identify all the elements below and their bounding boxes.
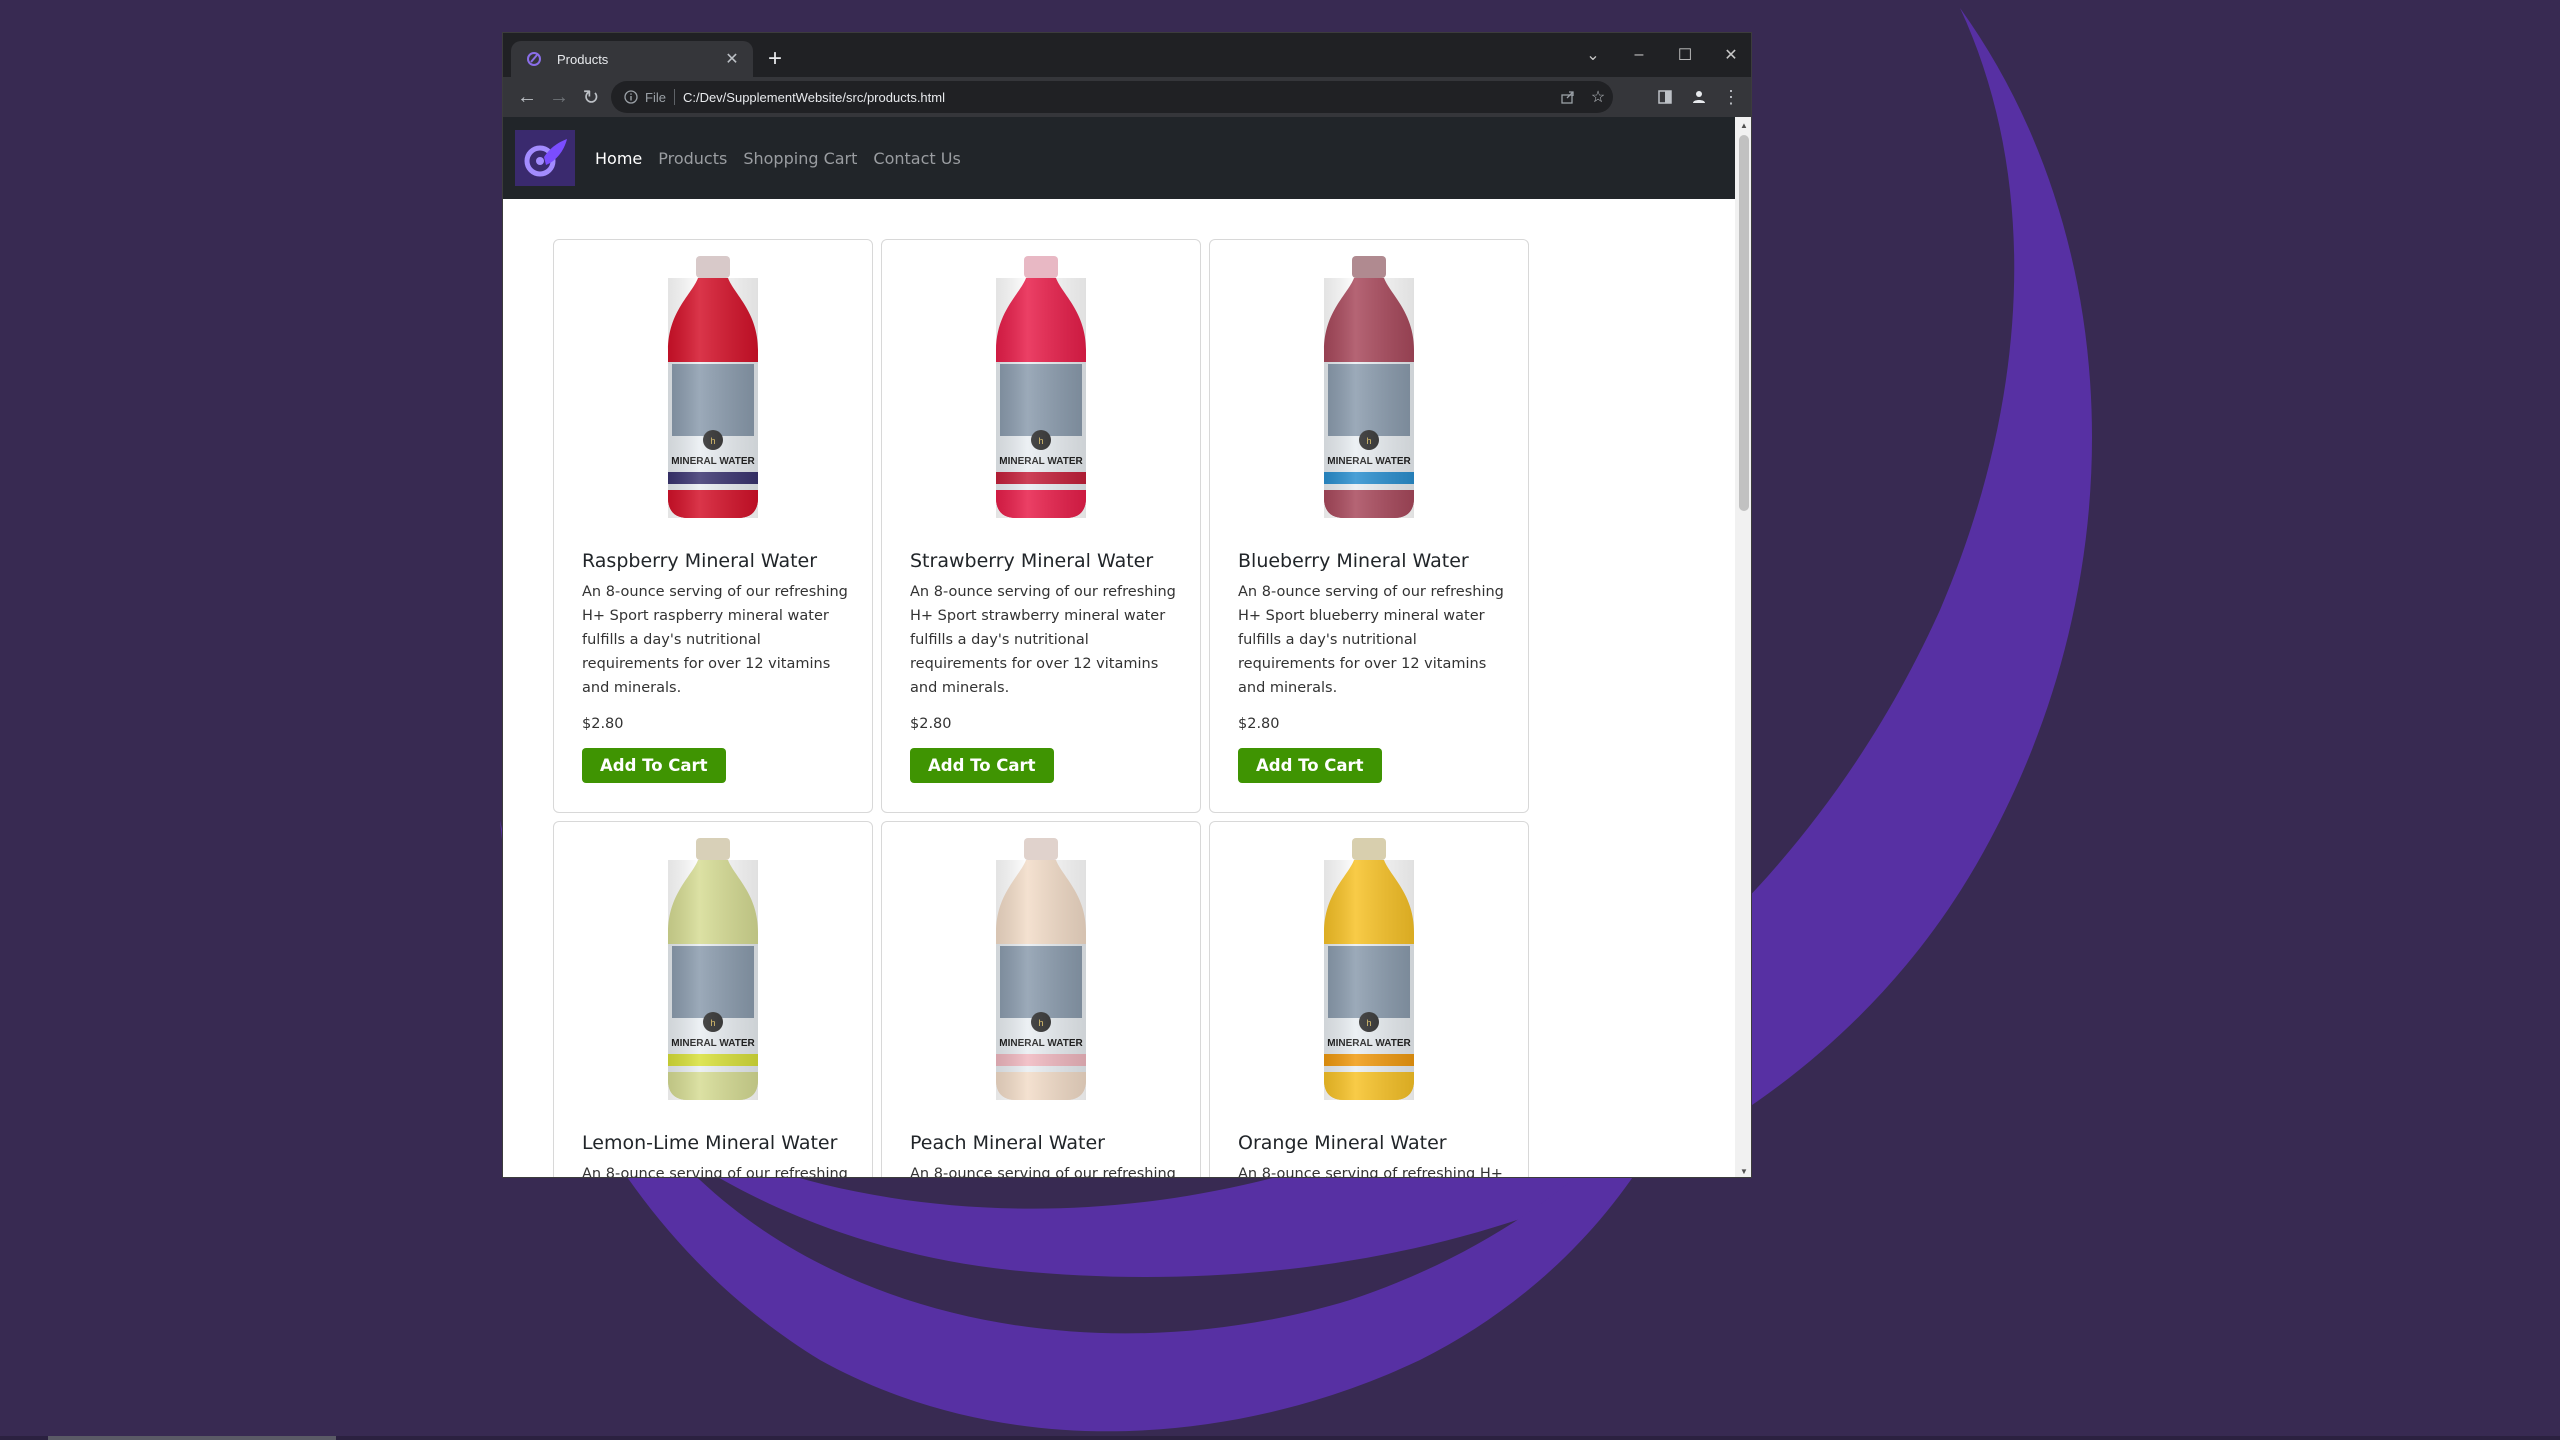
info-icon[interactable] [621, 87, 641, 107]
side-panel-icon[interactable] [1649, 81, 1681, 113]
tab-title: Products [557, 51, 609, 67]
product-card-body: Peach Mineral Water An 8-ounce serving of… [910, 1130, 1180, 1178]
tab-close-icon[interactable]: ✕ [719, 46, 745, 72]
product-image: hMINERAL WATER [1210, 836, 1528, 1106]
product-description: An 8-ounce serving of our refreshing H+ … [1238, 584, 1504, 696]
omnibox-divider [673, 89, 675, 105]
product-description: An 8-ounce serving of our refreshing H+ … [910, 584, 1176, 696]
product-card-body: Raspberry Mineral Water An 8-ounce servin… [582, 548, 852, 783]
menu-dots-icon[interactable]: ⋮ [1715, 81, 1747, 113]
product-title: Strawberry Mineral Water [910, 550, 1154, 572]
scrollbar-thumb[interactable] [1739, 135, 1749, 511]
address-bar[interactable]: File C:/Dev/SupplementWebsite/src/produc… [611, 81, 1613, 113]
nav-home[interactable]: Home [587, 141, 650, 176]
product-card-body: Blueberry Mineral Water An 8-ounce servin… [1238, 548, 1508, 783]
close-window-button[interactable]: ✕ [1709, 37, 1751, 73]
product-image: hMINERAL WATER [882, 254, 1200, 524]
scroll-down-arrow-icon[interactable]: ▼ [1735, 1163, 1751, 1177]
logo-mark-icon [524, 139, 567, 177]
share-icon[interactable] [1553, 82, 1583, 112]
browser-window: Products ✕ + ⌄ – ☐ ✕ ← → ↻ File C:/Dev/S… [502, 32, 1752, 1178]
reload-icon[interactable]: ↻ [575, 81, 607, 113]
product-image: hMINERAL WATER [554, 836, 872, 1106]
product-description: An 8-ounce serving of refreshing H+ Spor… [1238, 1166, 1503, 1178]
product-title: Peach Mineral Water [910, 1132, 1105, 1154]
product-description: An 8-ounce serving of our refreshing H+ … [910, 1166, 1176, 1178]
profile-icon[interactable] [1683, 81, 1715, 113]
product-price: $2.80 [910, 716, 952, 732]
site-favicon-icon [523, 48, 545, 70]
product-card-body: Orange Mineral Water An 8-ounce serving o… [1238, 1130, 1508, 1178]
new-tab-button[interactable]: + [759, 43, 791, 75]
site-navbar: Home Products Shopping Cart Contact Us [503, 117, 1735, 199]
forward-arrow-icon[interactable]: → [543, 81, 575, 113]
product-price: $2.80 [1238, 716, 1280, 732]
add-to-cart-button[interactable]: Add To Cart [910, 748, 1054, 783]
product-card-body: Lemon-Lime Mineral Water An 8-ounce servi… [582, 1130, 852, 1178]
nav-contact-us[interactable]: Contact Us [865, 141, 968, 176]
tab-strip: Products ✕ + ⌄ – ☐ ✕ [503, 33, 1751, 77]
product-description: An 8-ounce serving of our refreshing H+ … [582, 584, 848, 696]
product-image: hMINERAL WATER [1210, 254, 1528, 524]
page-viewport: Home Products Shopping Cart Contact Us h… [503, 117, 1735, 1178]
bookmark-star-icon[interactable]: ☆ [1583, 82, 1613, 112]
product-card: hMINERAL WATER Strawberry Mineral Water An… [881, 239, 1201, 813]
product-card: hMINERAL WATER Peach Mineral Water An 8-ou… [881, 821, 1201, 1178]
product-title: Lemon-Lime Mineral Water [582, 1132, 838, 1154]
product-title: Orange Mineral Water [1238, 1132, 1447, 1154]
back-arrow-icon[interactable]: ← [511, 81, 543, 113]
tab-search-icon[interactable]: ⌄ [1571, 37, 1615, 73]
taskbar-edge [0, 1436, 2560, 1440]
maximize-button[interactable]: ☐ [1663, 37, 1707, 73]
product-card: hMINERAL WATER Lemon-Lime Mineral Water An… [553, 821, 873, 1178]
product-card: hMINERAL WATER Orange Mineral Water An 8-o… [1209, 821, 1529, 1178]
product-title: Raspberry Mineral Water [582, 550, 818, 572]
nav-shopping-cart[interactable]: Shopping Cart [735, 141, 865, 176]
tab-products[interactable]: Products ✕ [511, 41, 753, 77]
product-description: An 8-ounce serving of our refreshing H+ … [582, 1166, 848, 1178]
product-price: $2.80 [582, 716, 624, 732]
product-card-body: Strawberry Mineral Water An 8-ounce servi… [910, 548, 1180, 783]
add-to-cart-button[interactable]: Add To Cart [582, 748, 726, 783]
product-image: hMINERAL WATER [554, 254, 872, 524]
product-card: hMINERAL WATER Blueberry Mineral Water An … [1209, 239, 1529, 813]
nav-links: Home Products Shopping Cart Contact Us [587, 141, 969, 176]
nav-products[interactable]: Products [650, 141, 735, 176]
scroll-up-arrow-icon[interactable]: ▲ [1735, 117, 1751, 133]
url-text[interactable]: C:/Dev/SupplementWebsite/src/products.ht… [683, 90, 1553, 105]
minimize-button[interactable]: – [1617, 37, 1661, 73]
product-image: hMINERAL WATER [882, 836, 1200, 1106]
add-to-cart-button[interactable]: Add To Cart [1238, 748, 1382, 783]
page-scrollbar[interactable]: ▲ ▼ [1735, 117, 1751, 1177]
scheme-label: File [645, 89, 666, 105]
site-logo[interactable] [515, 130, 575, 186]
product-title: Blueberry Mineral Water [1238, 550, 1469, 572]
product-card: hMINERAL WATER Raspberry Mineral Water An … [553, 239, 873, 813]
browser-toolbar: ← → ↻ File C:/Dev/SupplementWebsite/src/… [503, 77, 1751, 117]
